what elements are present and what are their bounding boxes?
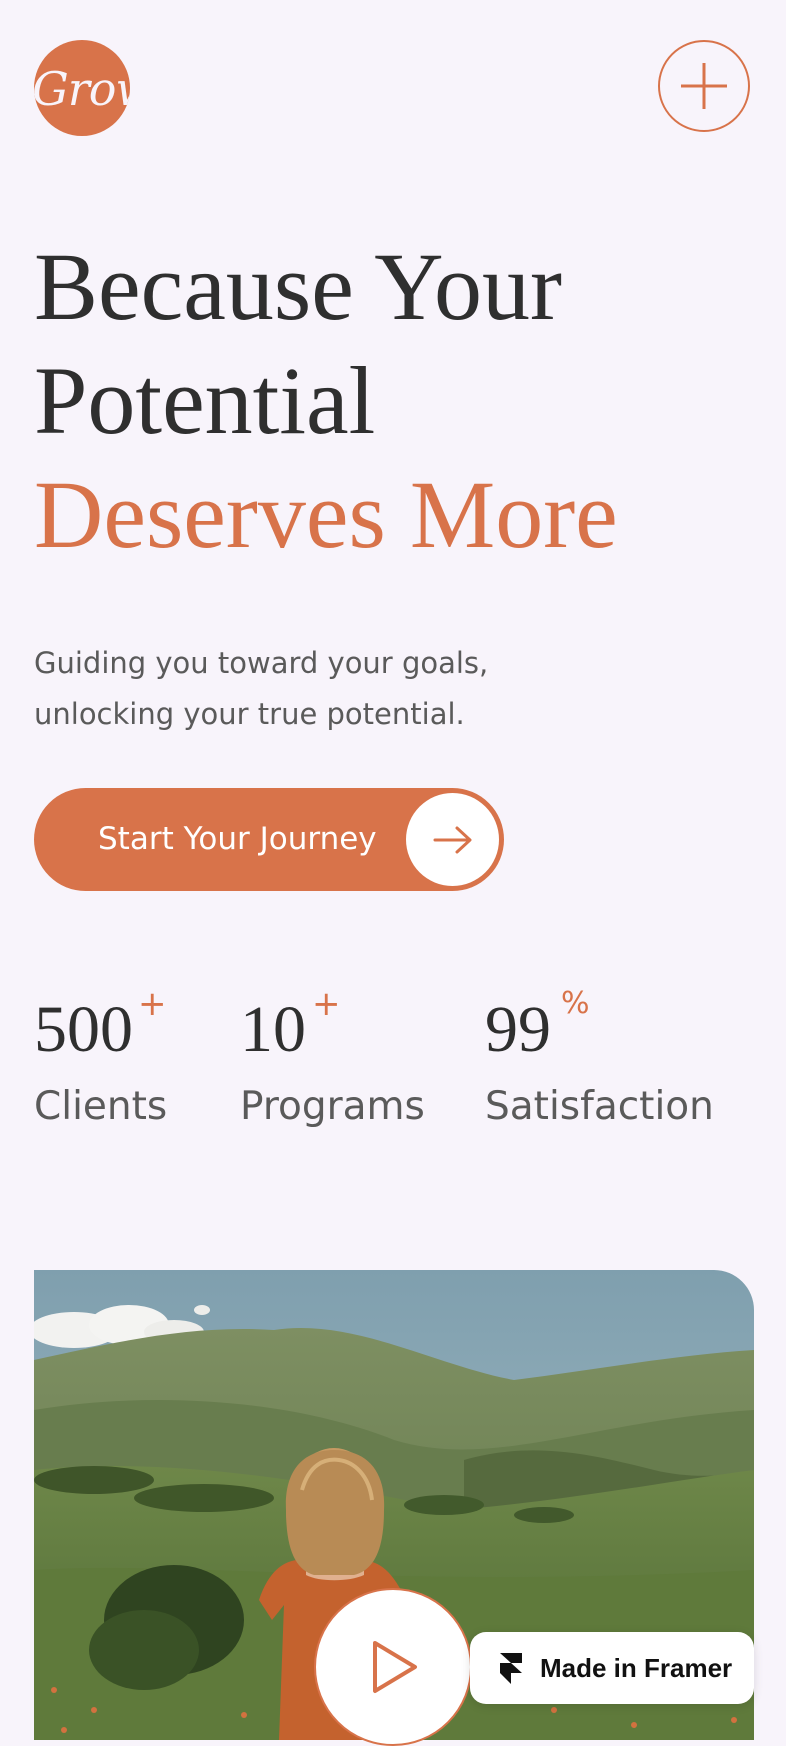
- headline-line-2: Potential: [34, 347, 376, 454]
- stat-suffix: +: [138, 984, 167, 1024]
- start-journey-button[interactable]: Start Your Journey: [34, 788, 504, 891]
- stat-value: 500: [34, 993, 133, 1066]
- stat-label: Satisfaction: [485, 1084, 714, 1129]
- brand-logo[interactable]: Grow: [34, 40, 130, 136]
- stat-satisfaction: 99 % Satisfaction: [485, 986, 714, 1129]
- stat-programs: 10 + Programs: [240, 984, 425, 1129]
- made-in-framer-badge[interactable]: Made in Framer: [470, 1632, 754, 1704]
- brand-logo-text: Grow: [34, 62, 130, 116]
- hero-subtitle: Guiding you toward your goals, unlocking…: [34, 638, 594, 740]
- arrow-right-icon: [433, 826, 471, 853]
- subtitle-line-2: unlocking your true potential.: [34, 697, 465, 731]
- subtitle-line-1: Guiding you toward your goals,: [34, 646, 489, 680]
- hero-headline: Because Your Potential Deserves More: [34, 230, 618, 572]
- stat-label: Programs: [240, 1084, 425, 1129]
- framer-logo-icon: [500, 1653, 522, 1684]
- play-video-button[interactable]: [314, 1588, 472, 1746]
- cta-icon-circle: [406, 793, 499, 886]
- stat-value: 99: [485, 993, 551, 1066]
- menu-button[interactable]: [658, 40, 750, 132]
- headline-accent: Deserves More: [34, 461, 618, 568]
- headline-line-1: Because Your: [34, 233, 562, 340]
- stat-clients: 500 + Clients: [34, 984, 167, 1129]
- badge-label: Made in Framer: [540, 1652, 733, 1683]
- stat-value: 10: [240, 993, 306, 1066]
- stat-suffix: %: [561, 986, 590, 1021]
- stat-label: Clients: [34, 1084, 168, 1129]
- cta-label: Start Your Journey: [98, 821, 377, 857]
- plus-icon: [681, 63, 727, 109]
- play-icon: [373, 1641, 417, 1693]
- stat-suffix: +: [312, 984, 341, 1024]
